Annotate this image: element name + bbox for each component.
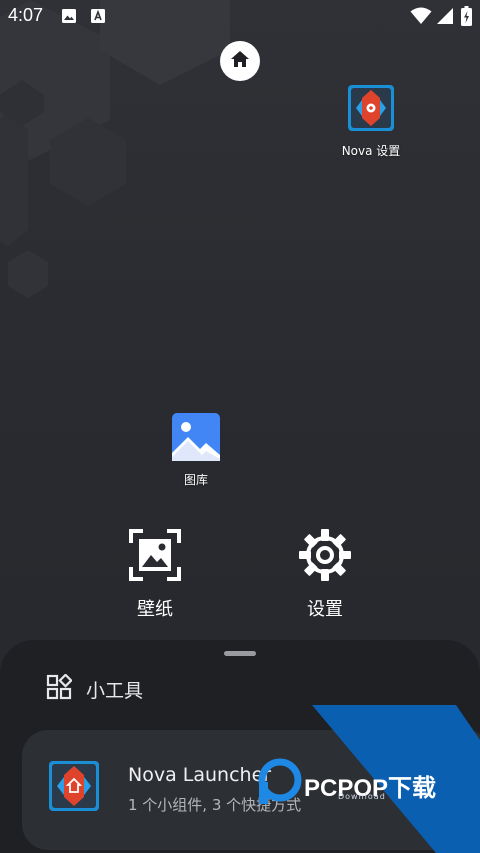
cellular-icon bbox=[436, 7, 454, 29]
home-icon bbox=[230, 50, 250, 72]
wallpaper-icon bbox=[127, 529, 183, 587]
app-nova-settings[interactable]: Nova 设置 bbox=[316, 84, 426, 159]
sheet-drag-handle[interactable] bbox=[224, 651, 256, 656]
wallpaper-button[interactable]: 壁纸 bbox=[95, 527, 215, 621]
status-bar: 4:07 bbox=[0, 0, 480, 32]
battery-charging-icon bbox=[461, 6, 472, 30]
widgets-icon bbox=[46, 673, 73, 704]
gallery-icon bbox=[172, 413, 220, 465]
app-label: 图库 bbox=[183, 473, 208, 487]
settings-button[interactable]: 设置 bbox=[265, 527, 385, 621]
widget-item-subtitle: 1 个小组件, 3 个快捷方式 bbox=[128, 796, 302, 814]
settings-label: 设置 bbox=[307, 599, 343, 620]
widgets-sheet: 小工具 Nova Launcher 1 个小组件, 3 个快捷方式 bbox=[0, 640, 480, 853]
nova-settings-icon bbox=[347, 85, 395, 136]
wifi-icon bbox=[410, 7, 432, 29]
wallpaper-label: 壁纸 bbox=[137, 599, 173, 620]
status-time: 4:07 bbox=[8, 5, 44, 25]
font-icon bbox=[90, 8, 106, 28]
app-label: Nova 设置 bbox=[341, 144, 401, 158]
widgets-title: 小工具 bbox=[86, 679, 144, 702]
app-gallery[interactable]: 图库 bbox=[141, 413, 251, 488]
gear-icon bbox=[297, 529, 353, 587]
widgets-header: 小工具 bbox=[46, 673, 144, 704]
image-icon bbox=[61, 8, 77, 28]
widget-item-nova-launcher[interactable]: Nova Launcher 1 个小组件, 3 个快捷方式 bbox=[22, 730, 480, 850]
home-page-indicator[interactable] bbox=[220, 41, 260, 81]
widget-item-title: Nova Launcher bbox=[128, 764, 272, 786]
nova-launcher-icon bbox=[48, 760, 100, 816]
